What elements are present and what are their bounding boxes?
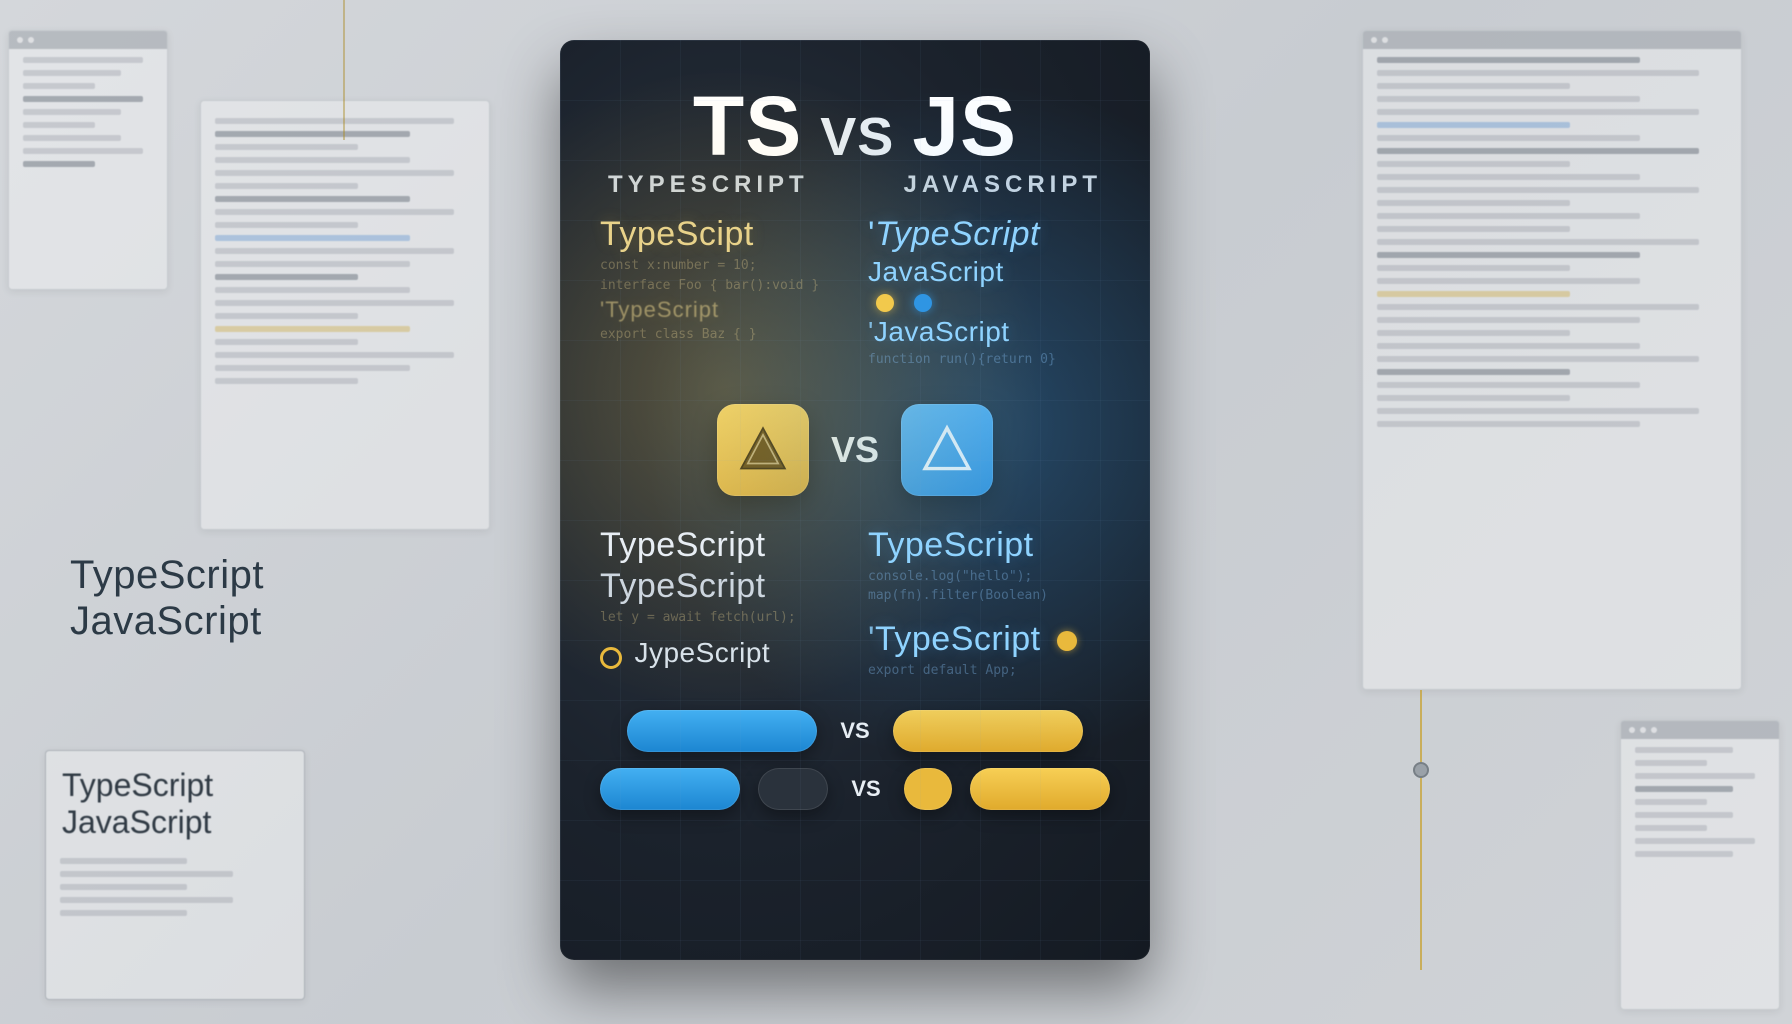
- subhead-left: TYPESCRIPT: [608, 171, 809, 199]
- left-word-2: TypeScript: [600, 526, 842, 565]
- right-word-4: TypeScript: [868, 526, 1110, 565]
- headline: TS VS JS: [600, 78, 1110, 175]
- headline-js: JS: [912, 78, 1017, 175]
- badge-dot-icon: [1057, 631, 1077, 651]
- code-noise: function run(){return 0}: [868, 350, 1110, 370]
- bg-card-small: TypeScript JavaScript: [45, 750, 305, 1000]
- code-noise: export class Baz { }: [600, 325, 842, 345]
- right-word-5: 'TypeScript: [868, 620, 1110, 659]
- pill-tiny-yellow: [904, 768, 952, 810]
- right-word-2: JavaScript: [868, 256, 1110, 288]
- pill-vs-2: VS: [846, 776, 886, 802]
- code-noise: export default App;: [868, 661, 1110, 681]
- small-card-line2: JavaScript: [62, 804, 288, 841]
- pill-comparison: VS VS: [600, 710, 1110, 810]
- accent-line-right: [1420, 690, 1422, 970]
- subheadline: TYPESCRIPT JAVASCRIPT: [600, 171, 1110, 213]
- comparison-card: TS VS JS TYPESCRIPT JAVASCRIPT TypeScipt…: [560, 40, 1150, 960]
- ts-logo-icon: [717, 404, 809, 496]
- js-logo-icon: [901, 404, 993, 496]
- bg-window-small-right: [1620, 720, 1780, 1010]
- col-right: 'TypeScript JavaScript 'JavaScript funct…: [868, 213, 1110, 370]
- small-card-line1: TypeScript: [62, 767, 288, 804]
- left-word-dim: 'TypeScript: [600, 297, 842, 323]
- dot-yellow-icon: [876, 294, 894, 312]
- ring-icon: [600, 647, 622, 669]
- bg-window-left: [200, 100, 490, 530]
- logo-row: VS: [600, 404, 1110, 496]
- side-label: TypeScript JavaScript: [70, 552, 264, 644]
- pill-row-2: VS: [600, 768, 1110, 810]
- headline-ts: TS: [693, 78, 802, 175]
- pill-dark: [758, 768, 828, 810]
- bg-window-small-left: [8, 30, 168, 290]
- right-word-3: 'JavaScript: [868, 316, 1110, 348]
- mid-col-left: TypeScript TypeScript let y = await fetc…: [600, 524, 842, 681]
- col-left: TypeScipt const x:number = 10; interface…: [600, 213, 842, 370]
- side-label-line2: JavaScript: [70, 598, 264, 644]
- left-word-1: TypeScipt: [600, 215, 842, 254]
- top-word-columns: TypeScipt const x:number = 10; interface…: [600, 213, 1110, 370]
- side-label-line1: TypeScript: [70, 552, 264, 598]
- pill-row-1: VS: [600, 710, 1110, 752]
- dot-blue-icon: [914, 294, 932, 312]
- pill-yellow-2: [970, 768, 1110, 810]
- subhead-right: JAVASCRIPT: [904, 171, 1102, 199]
- code-noise: console.log("hello"); map(fn).filter(Boo…: [868, 567, 1110, 606]
- accent-node-icon: [1413, 762, 1429, 778]
- code-noise: let y = await fetch(url);: [600, 608, 842, 628]
- pill-blue-2: [600, 768, 740, 810]
- mid-word-columns: TypeScript TypeScript let y = await fetc…: [600, 524, 1110, 681]
- pill-vs-1: VS: [835, 718, 875, 744]
- left-word-3: TypeScript: [600, 567, 842, 606]
- pill-yellow-1: [893, 710, 1083, 752]
- headline-vs: VS: [820, 106, 894, 168]
- left-word-4: JypeScript: [634, 637, 770, 668]
- right-word-1: 'TypeScript: [868, 215, 1110, 254]
- pill-blue-1: [627, 710, 817, 752]
- code-noise: const x:number = 10; interface Foo { bar…: [600, 256, 842, 295]
- accent-line-top: [343, 0, 345, 140]
- logo-vs: VS: [831, 429, 879, 471]
- bg-window-right: [1362, 30, 1742, 690]
- mid-col-right: TypeScript console.log("hello"); map(fn)…: [868, 524, 1110, 681]
